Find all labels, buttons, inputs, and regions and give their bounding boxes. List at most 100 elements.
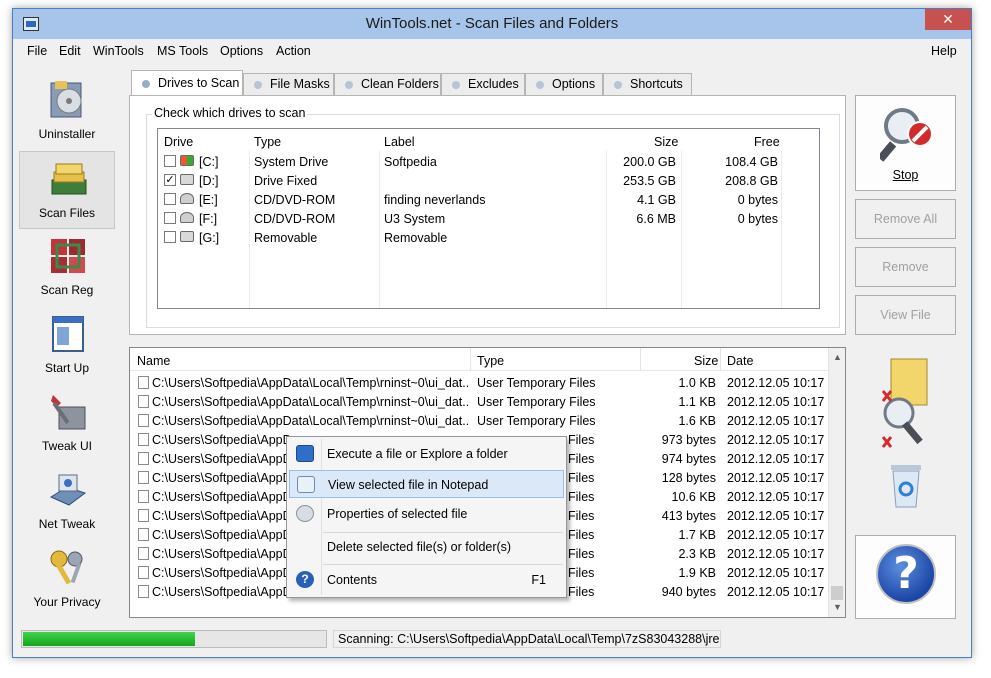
file-type: Files (568, 566, 595, 580)
scroll-down-icon[interactable]: ▼ (833, 602, 842, 612)
drive-letter: [G:] (199, 231, 220, 245)
sidebar-label-scan-reg: Scan Reg (40, 283, 94, 297)
context-item-view-notepad[interactable]: View selected file in Notepad (289, 470, 564, 498)
menu-ms-tools[interactable]: MS Tools (157, 44, 208, 58)
menu-bar: File Edit WinTools MS Tools Options Acti… (13, 39, 971, 61)
menu-file[interactable]: File (27, 44, 47, 58)
drive-checkbox[interactable]: ✓ (164, 174, 176, 186)
menu-help[interactable]: Help (931, 44, 957, 58)
file-size: 2.3 KB (678, 547, 716, 561)
drive-checkbox[interactable] (164, 212, 176, 224)
file-icon (138, 566, 149, 579)
column-header-label[interactable]: Label (384, 135, 415, 149)
drive-row[interactable]: [C:] System Drive Softpedia 200.0 GB 108… (158, 152, 819, 171)
tab-label: Drives to Scan (158, 76, 240, 90)
column-header-date[interactable]: Date (727, 354, 753, 368)
file-date: 2012.12.05 10:17 (727, 376, 825, 390)
column-header-drive[interactable]: Drive (164, 135, 193, 149)
tab-clean-folders[interactable]: Clean Folders (334, 73, 441, 95)
sidebar-item-net-tweak[interactable]: Net Tweak (19, 463, 115, 541)
file-date: 2012.12.05 10:17 (727, 585, 825, 599)
menu-action[interactable]: Action (276, 44, 311, 58)
drive-size: 200.0 GB (623, 155, 676, 169)
drive-row[interactable]: [F:] CD/DVD-ROM U3 System 6.6 MB 0 bytes (158, 209, 819, 228)
view-file-button[interactable]: View File (855, 295, 956, 335)
execute-icon (296, 445, 314, 462)
drive-row[interactable]: ✓ [D:] Drive Fixed 253.5 GB 208.8 GB (158, 171, 819, 190)
context-item-execute[interactable]: Execute a file or Explore a folder (289, 440, 564, 468)
help-button[interactable]: ? (855, 535, 956, 619)
context-item-delete[interactable]: Delete selected file(s) or folder(s) (289, 533, 564, 561)
table-row[interactable]: C:\Users\Softpedia\AppData\Local\Temp\rn… (130, 373, 830, 392)
context-item-contents[interactable]: ? Contents F1 (289, 566, 564, 594)
column-header-file-type[interactable]: Type (477, 354, 504, 368)
file-name: C:\Users\Softpedia\AppD (152, 509, 292, 523)
files-vertical-scrollbar[interactable]: ▲ ▼ (828, 348, 845, 617)
table-row[interactable]: C:\Users\Softpedia\AppData\Local\Temp\rn… (130, 392, 830, 411)
tab-drives-to-scan[interactable]: Drives to Scan (131, 70, 243, 95)
table-row[interactable]: C:\Users\Softpedia\AppData\Local\Temp\rn… (130, 411, 830, 430)
file-name: C:\Users\Softpedia\AppD (152, 471, 292, 485)
tab-label: Clean Folders (361, 77, 439, 91)
menu-edit[interactable]: Edit (59, 44, 81, 58)
column-header-size[interactable]: Size (654, 135, 678, 149)
file-size: 973 bytes (661, 433, 716, 447)
file-name: C:\Users\Softpedia\AppD (152, 433, 292, 447)
sidebar: Uninstaller Scan Files Scan Reg Start Up… (19, 73, 115, 621)
scroll-up-icon[interactable]: ▲ (833, 352, 842, 362)
column-header-name[interactable]: Name (137, 354, 170, 368)
drive-label: Removable (384, 231, 448, 245)
drive-row[interactable]: [E:] CD/DVD-ROM finding neverlands 4.1 G… (158, 190, 819, 209)
sidebar-label-scan-files: Scan Files (38, 206, 96, 220)
context-item-label: Execute a file or Explore a folder (327, 447, 508, 461)
file-name: C:\Users\Softpedia\AppD (152, 566, 292, 580)
column-header-file-size[interactable]: Size (694, 354, 718, 368)
close-button[interactable]: ✕ (925, 9, 971, 30)
help-icon: ? (296, 571, 314, 588)
file-type: Files (568, 585, 595, 599)
tab-excludes[interactable]: Excludes (441, 73, 525, 95)
stop-magnifier-icon (880, 108, 933, 162)
window-title: WinTools.net - Scan Files and Folders (365, 15, 619, 32)
sidebar-item-tweak-ui[interactable]: Tweak UI (19, 385, 115, 463)
startup-icon (52, 316, 84, 352)
tab-file-masks[interactable]: File Masks (243, 73, 334, 95)
tab-options[interactable]: Options (525, 73, 603, 95)
cd-drive-icon (180, 193, 194, 204)
drive-free: 208.8 GB (725, 174, 778, 188)
tab-shortcuts[interactable]: Shortcuts (603, 73, 692, 95)
sidebar-item-startup[interactable]: Start Up (19, 307, 115, 385)
tweak-ui-icon (51, 395, 86, 430)
tab-bullet-icon (142, 80, 150, 88)
stop-button[interactable]: Stop (855, 95, 956, 191)
context-item-properties[interactable]: Properties of selected file (289, 500, 564, 528)
file-date: 2012.12.05 10:17 (727, 452, 825, 466)
file-type: Files (568, 452, 595, 466)
file-size: 974 bytes (661, 452, 716, 466)
sidebar-item-scan-files[interactable]: Scan Files (19, 151, 115, 229)
drive-letter: [D:] (199, 174, 219, 188)
drive-checkbox[interactable] (164, 231, 176, 243)
menu-wintools[interactable]: WinTools (93, 44, 144, 58)
menu-options[interactable]: Options (220, 44, 263, 58)
drive-row[interactable]: [G:] Removable Removable (158, 228, 819, 247)
drive-type: System Drive (254, 155, 329, 169)
column-header-type[interactable]: Type (254, 135, 281, 149)
column-header-free[interactable]: Free (754, 135, 780, 149)
sidebar-label-your-privacy: Your Privacy (33, 595, 101, 609)
tab-label: Shortcuts (630, 77, 683, 91)
title-bar[interactable]: WinTools.net - Scan Files and Folders ✕ (13, 9, 971, 39)
sidebar-item-uninstaller[interactable]: Uninstaller (19, 73, 115, 151)
drive-list[interactable]: Drive Type Label Size Free [C:] System D… (157, 128, 820, 309)
drive-checkbox[interactable] (164, 193, 176, 205)
remove-all-button[interactable]: Remove All (855, 199, 956, 239)
drive-checkbox[interactable] (164, 155, 176, 167)
remove-button[interactable]: Remove (855, 247, 956, 287)
sidebar-item-your-privacy[interactable]: Your Privacy (19, 541, 115, 619)
file-icon (138, 585, 149, 598)
scroll-thumb[interactable] (831, 586, 843, 600)
file-icon (138, 395, 149, 408)
sidebar-item-scan-reg[interactable]: Scan Reg (19, 229, 115, 307)
drive-type: CD/DVD-ROM (254, 212, 336, 226)
file-size: 1.7 KB (678, 528, 716, 542)
